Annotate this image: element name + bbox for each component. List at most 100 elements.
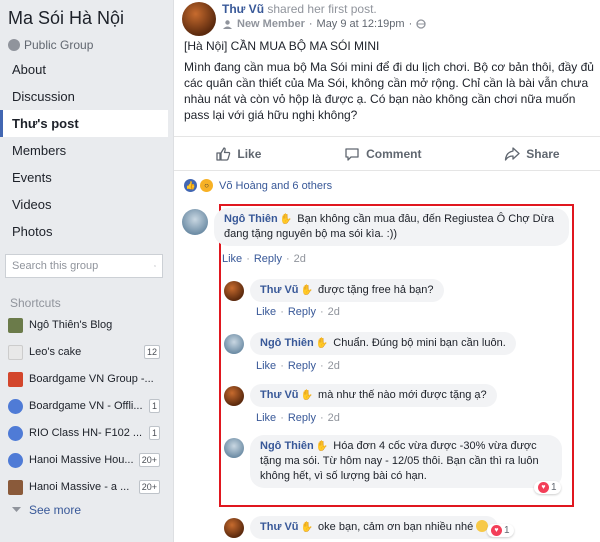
shortcut-item[interactable]: Boardgame VN Group -... <box>8 369 160 389</box>
nav-item-photos[interactable]: Photos <box>0 218 168 245</box>
shortcut-item[interactable]: RIO Class HN- F102 ... 1 <box>8 423 160 443</box>
comment-reply-link[interactable]: Reply <box>288 360 316 372</box>
chevron-down-icon <box>12 507 21 512</box>
group-sidebar: Ma Sói Hà Nội Public Group About Discuss… <box>0 0 168 542</box>
nav-item-post[interactable]: Thư's post <box>0 110 168 137</box>
shortcut-item[interactable]: Hanoi Massive Hou... 20+ <box>8 450 160 470</box>
group-name[interactable]: Ma Sói Hà Nội <box>8 8 124 29</box>
hand-icon: ✋ <box>315 338 329 349</box>
shortcut-label: Hanoi Massive Hou... <box>29 454 134 466</box>
shortcut-item[interactable]: Leo's cake 12 <box>8 342 160 362</box>
nav-item-videos[interactable]: Videos <box>0 191 168 218</box>
globe-icon <box>8 39 20 51</box>
avatar[interactable] <box>224 438 244 458</box>
comment-bubble: Ngô Thiên ✋ Hóa đơn 4 cốc vừa được -30% v… <box>250 435 562 488</box>
shortcut-label: Ngô Thiên's Blog <box>29 319 113 331</box>
avatar[interactable] <box>182 2 216 36</box>
globe-icon <box>416 19 426 29</box>
comment-time[interactable]: 2d <box>328 360 340 372</box>
post-actions: Like Comment Share <box>174 136 600 170</box>
post-author-name[interactable]: Thư Vũ <box>222 2 264 16</box>
comment-reply-link[interactable]: Reply <box>288 412 316 424</box>
comment-author[interactable]: Ngô Thiên <box>260 337 314 349</box>
group-search <box>5 254 163 278</box>
thumbs-up-icon <box>216 146 231 161</box>
comment-icon <box>345 147 359 161</box>
nav-item-events[interactable]: Events <box>0 164 168 191</box>
shortcut-count: 20+ <box>138 453 160 467</box>
hand-icon: ✋ <box>300 390 313 401</box>
comment-bubble: Thư Vũ ✋ oke bạn, cảm ơn bạn nhiều nhé <box>250 516 499 539</box>
search-icon[interactable] <box>154 260 156 272</box>
shortcut-label: Hanoi Massive - a ... <box>29 481 130 493</box>
nav-item-members[interactable]: Members <box>0 137 168 164</box>
nav-item-about[interactable]: About <box>0 56 168 83</box>
comment-author[interactable]: Ngô Thiên <box>260 440 314 452</box>
avatar[interactable] <box>224 386 244 406</box>
comment-time[interactable]: 2d <box>328 412 340 424</box>
comment-bubble: Ngô Thiên ✋ Bạn không cần mua đâu, đến Re… <box>214 208 569 246</box>
dice-icon <box>8 371 23 387</box>
group-icon <box>8 398 23 414</box>
shortcut-label: Boardgame VN - Offli... <box>29 400 143 412</box>
search-input[interactable] <box>12 260 154 272</box>
group-type-label: Public Group <box>24 38 94 52</box>
avatar[interactable] <box>182 209 208 235</box>
post-header: Thư Vũ shared her first post. <box>222 2 377 16</box>
comment-like-link[interactable]: Like <box>256 306 276 318</box>
like-button[interactable]: Like <box>215 146 261 162</box>
shortcut-count: 1 <box>148 426 160 440</box>
comment-actions: Like · Reply · 2d <box>256 306 340 318</box>
comment-author[interactable]: Thư Vũ <box>260 284 299 296</box>
comment-label: Comment <box>366 146 422 161</box>
group-icon <box>8 452 23 468</box>
comment-reactions[interactable]: ♥ 1 <box>534 481 561 494</box>
comment-reply-link[interactable]: Reply <box>288 306 316 318</box>
see-more-link[interactable]: See more <box>12 503 81 517</box>
heart-count: 1 <box>504 525 510 536</box>
nav-item-discussion[interactable]: Discussion <box>0 83 168 110</box>
cake-icon <box>8 344 23 360</box>
comment-author[interactable]: Thư Vũ <box>260 389 299 401</box>
reactions-text[interactable]: Võ Hoàng and 6 others <box>219 180 332 192</box>
group-nav: About Discussion Thư's post Members Even… <box>0 56 168 245</box>
comment-time[interactable]: 2d <box>294 253 306 265</box>
comment-author[interactable]: Thư Vũ <box>260 521 299 533</box>
comment-author[interactable]: Ngô Thiên <box>224 213 278 225</box>
comment-button[interactable]: Comment <box>344 146 421 162</box>
post-card: Thư Vũ shared her first post. New Member… <box>173 0 600 542</box>
comment-like-link[interactable]: Like <box>222 253 242 265</box>
blog-icon <box>8 317 23 333</box>
heart-icon: ♥ <box>491 525 502 536</box>
share-button[interactable]: Share <box>504 146 560 162</box>
avatar[interactable] <box>224 334 244 354</box>
comment-time[interactable]: 2d <box>328 306 340 318</box>
hand-icon: ✋ <box>300 522 313 533</box>
post-meta: New Member · May 9 at 12:19pm · <box>222 18 426 30</box>
comment-actions: Like · Reply · 2d <box>222 253 306 265</box>
wow-reaction-icon: ○ <box>200 179 213 192</box>
group-icon <box>8 425 23 441</box>
shortcut-item[interactable]: Hanoi Massive - a ... 20+ <box>8 477 160 497</box>
comment-bubble: Ngô Thiên ✋ Chuẩn. Đúng bộ mini bạn cần l… <box>250 332 516 355</box>
reactions-summary[interactable]: 👍 ○ Võ Hoàng and 6 others <box>174 170 600 200</box>
comment-reply-link[interactable]: Reply <box>254 253 282 265</box>
shortcuts-title: Shortcuts <box>10 296 61 310</box>
shortcut-item[interactable]: Ngô Thiên's Blog <box>8 315 160 335</box>
post-action-text: shared her first post. <box>267 2 377 16</box>
heart-count: 1 <box>551 482 557 493</box>
comment-actions: Like · Reply · 2d <box>256 360 340 372</box>
comment-text: được tặng free hả bạn? <box>318 284 434 296</box>
avatar[interactable] <box>224 518 244 538</box>
comment-reactions[interactable]: ♥ 1 <box>487 524 514 537</box>
group-type: Public Group <box>8 38 93 52</box>
comment-like-link[interactable]: Like <box>256 360 276 372</box>
avatar[interactable] <box>224 281 244 301</box>
comment-text: Chuẩn. Đúng bộ mini bạn cần luôn. <box>333 337 506 349</box>
comment-text: oke bạn, cảm ơn bạn nhiều nhé <box>318 521 474 533</box>
post-timestamp[interactable]: May 9 at 12:19pm <box>317 18 405 30</box>
shortcut-count: 12 <box>143 345 160 359</box>
shortcut-item[interactable]: Boardgame VN - Offli... 1 <box>8 396 160 416</box>
comment-like-link[interactable]: Like <box>256 412 276 424</box>
comment-text: mà như thế nào mới được tặng ạ? <box>318 389 487 401</box>
